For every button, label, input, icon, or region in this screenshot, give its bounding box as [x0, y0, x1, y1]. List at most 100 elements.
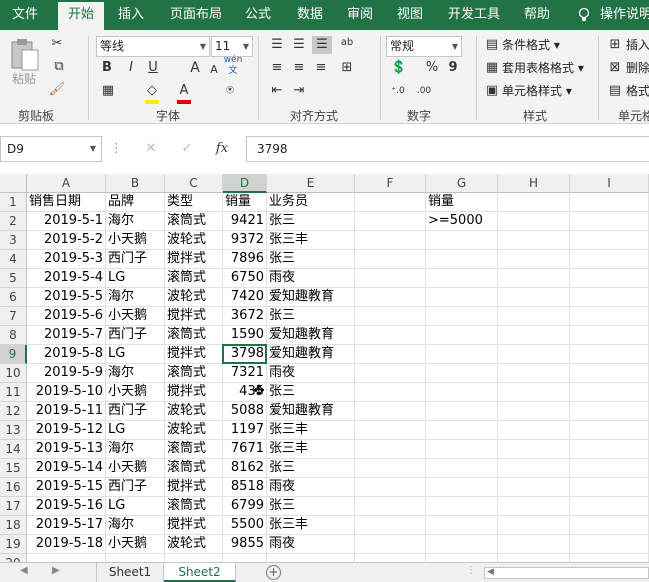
cell[interactable] — [426, 440, 498, 459]
cell[interactable]: 爱知趣教育 — [267, 402, 355, 421]
formula-input[interactable]: 3798 — [246, 136, 649, 162]
cell[interactable]: 西门子 — [106, 478, 165, 497]
cell[interactable] — [570, 535, 649, 554]
cell[interactable] — [426, 364, 498, 383]
cell[interactable]: 销售日期 — [27, 193, 106, 212]
cell[interactable]: 张三 — [267, 212, 355, 231]
cell[interactable] — [498, 250, 570, 269]
cell[interactable]: 滚筒式 — [165, 459, 223, 478]
cell[interactable] — [355, 497, 426, 516]
format-painter-icon[interactable]: 🖌 — [48, 81, 66, 99]
sheet-tab-split-icon[interactable]: ⋮ — [466, 565, 476, 576]
cell[interactable] — [426, 269, 498, 288]
cell[interactable]: 滚筒式 — [165, 212, 223, 231]
insert-function-button[interactable]: fx — [214, 140, 230, 158]
cell[interactable]: 类型 — [165, 193, 223, 212]
tab-view[interactable]: 视图 — [388, 0, 432, 30]
cell[interactable]: 小天鹅 — [106, 307, 165, 326]
format-cells-icon[interactable]: ▤ — [608, 82, 622, 100]
cell[interactable]: >=5000 — [426, 212, 498, 231]
cell[interactable]: 1197 — [223, 421, 267, 440]
cell[interactable] — [498, 440, 570, 459]
currency-icon[interactable]: 💲 — [388, 59, 410, 77]
cell[interactable]: 波轮式 — [165, 421, 223, 440]
comma-button[interactable]: 9 — [446, 59, 460, 77]
tab-developer[interactable]: 开发工具 — [442, 0, 506, 30]
cell[interactable]: 2019-5-15 — [27, 478, 106, 497]
underline-button[interactable]: U — [146, 59, 160, 77]
cell[interactable]: 雨夜 — [267, 535, 355, 554]
row-header[interactable]: 20 — [0, 554, 27, 562]
cell[interactable] — [570, 554, 649, 562]
column-header-g[interactable]: G — [426, 174, 498, 193]
cell[interactable]: 爱知趣教育 — [267, 345, 355, 364]
row-header[interactable]: 4 — [0, 250, 27, 269]
cell[interactable]: 海尔 — [106, 288, 165, 307]
cell[interactable]: 2019-5-13 — [27, 440, 106, 459]
cell[interactable]: 2019-5-6 — [27, 307, 106, 326]
increase-decimal-icon[interactable]: ⁺.0 — [388, 82, 408, 100]
name-box[interactable]: D9 ▼ — [0, 136, 102, 162]
cell[interactable] — [267, 554, 355, 562]
cell[interactable]: 波轮式 — [165, 288, 223, 307]
cell[interactable] — [570, 478, 649, 497]
cell[interactable]: 小天鹅 — [106, 459, 165, 478]
cell[interactable]: 海尔 — [106, 212, 165, 231]
tab-page-layout[interactable]: 页面布局 — [162, 0, 230, 30]
cell[interactable] — [426, 459, 498, 478]
row-header[interactable]: 2 — [0, 212, 27, 231]
tab-insert[interactable]: 插入 — [108, 0, 154, 30]
cell[interactable] — [355, 402, 426, 421]
cell[interactable] — [498, 345, 570, 364]
cell[interactable]: LG — [106, 497, 165, 516]
cell[interactable]: 张三 — [267, 383, 355, 402]
cell[interactable]: 小天鹅 — [106, 535, 165, 554]
cell[interactable] — [498, 193, 570, 212]
cell[interactable]: 搅拌式 — [165, 478, 223, 497]
cell[interactable] — [355, 269, 426, 288]
row-header[interactable]: 10 — [0, 364, 27, 383]
cell[interactable]: LG — [106, 421, 165, 440]
cell[interactable] — [498, 383, 570, 402]
align-center-icon[interactable]: ≡ — [290, 59, 308, 77]
cell[interactable]: 7321 — [223, 364, 267, 383]
tab-review[interactable]: 审阅 — [338, 0, 382, 30]
cell[interactable]: 张三 — [267, 459, 355, 478]
cell[interactable] — [426, 478, 498, 497]
cell[interactable]: 雨夜 — [267, 364, 355, 383]
horizontal-scrollbar[interactable]: ◀ — [484, 567, 649, 579]
cut-icon[interactable]: ✂ — [48, 35, 66, 53]
delete-cells-button[interactable]: 删除 — [626, 59, 649, 77]
cell[interactable]: 2019-5-3 — [27, 250, 106, 269]
cell[interactable] — [426, 383, 498, 402]
font-color-icon[interactable]: A — [176, 82, 192, 104]
cell[interactable] — [223, 554, 267, 562]
cell[interactable] — [570, 383, 649, 402]
row-header[interactable]: 9 — [0, 345, 27, 364]
insert-cells-button[interactable]: 插入 — [626, 36, 649, 54]
cell[interactable] — [570, 288, 649, 307]
bold-button[interactable]: B — [100, 59, 114, 77]
cell-styles-button[interactable]: 单元格样式 ▾ — [502, 82, 572, 100]
cell[interactable] — [498, 269, 570, 288]
row-header[interactable]: 7 — [0, 307, 27, 326]
column-header-b[interactable]: B — [106, 174, 165, 193]
cell[interactable]: 滚筒式 — [165, 364, 223, 383]
cell[interactable]: 2019-5-16 — [27, 497, 106, 516]
cell[interactable] — [355, 364, 426, 383]
paste-icon[interactable] — [8, 38, 40, 72]
cell[interactable]: 张三丰 — [267, 421, 355, 440]
cell[interactable]: 6750 — [223, 269, 267, 288]
conditional-format-button[interactable]: 条件格式 ▾ — [502, 36, 560, 54]
sheet-scroll-left-icon[interactable]: ◀ — [20, 565, 28, 576]
cell[interactable]: 2019-5-5 — [27, 288, 106, 307]
cell[interactable] — [426, 497, 498, 516]
cell[interactable] — [355, 478, 426, 497]
cell[interactable]: 9421 — [223, 212, 267, 231]
row-header[interactable]: 3 — [0, 231, 27, 250]
number-format-combo[interactable]: 常规 ▼ — [386, 36, 462, 57]
cell[interactable] — [355, 231, 426, 250]
column-header-e[interactable]: E — [267, 174, 355, 193]
row-header[interactable]: 1 — [0, 193, 27, 212]
cell[interactable]: 西门子 — [106, 250, 165, 269]
